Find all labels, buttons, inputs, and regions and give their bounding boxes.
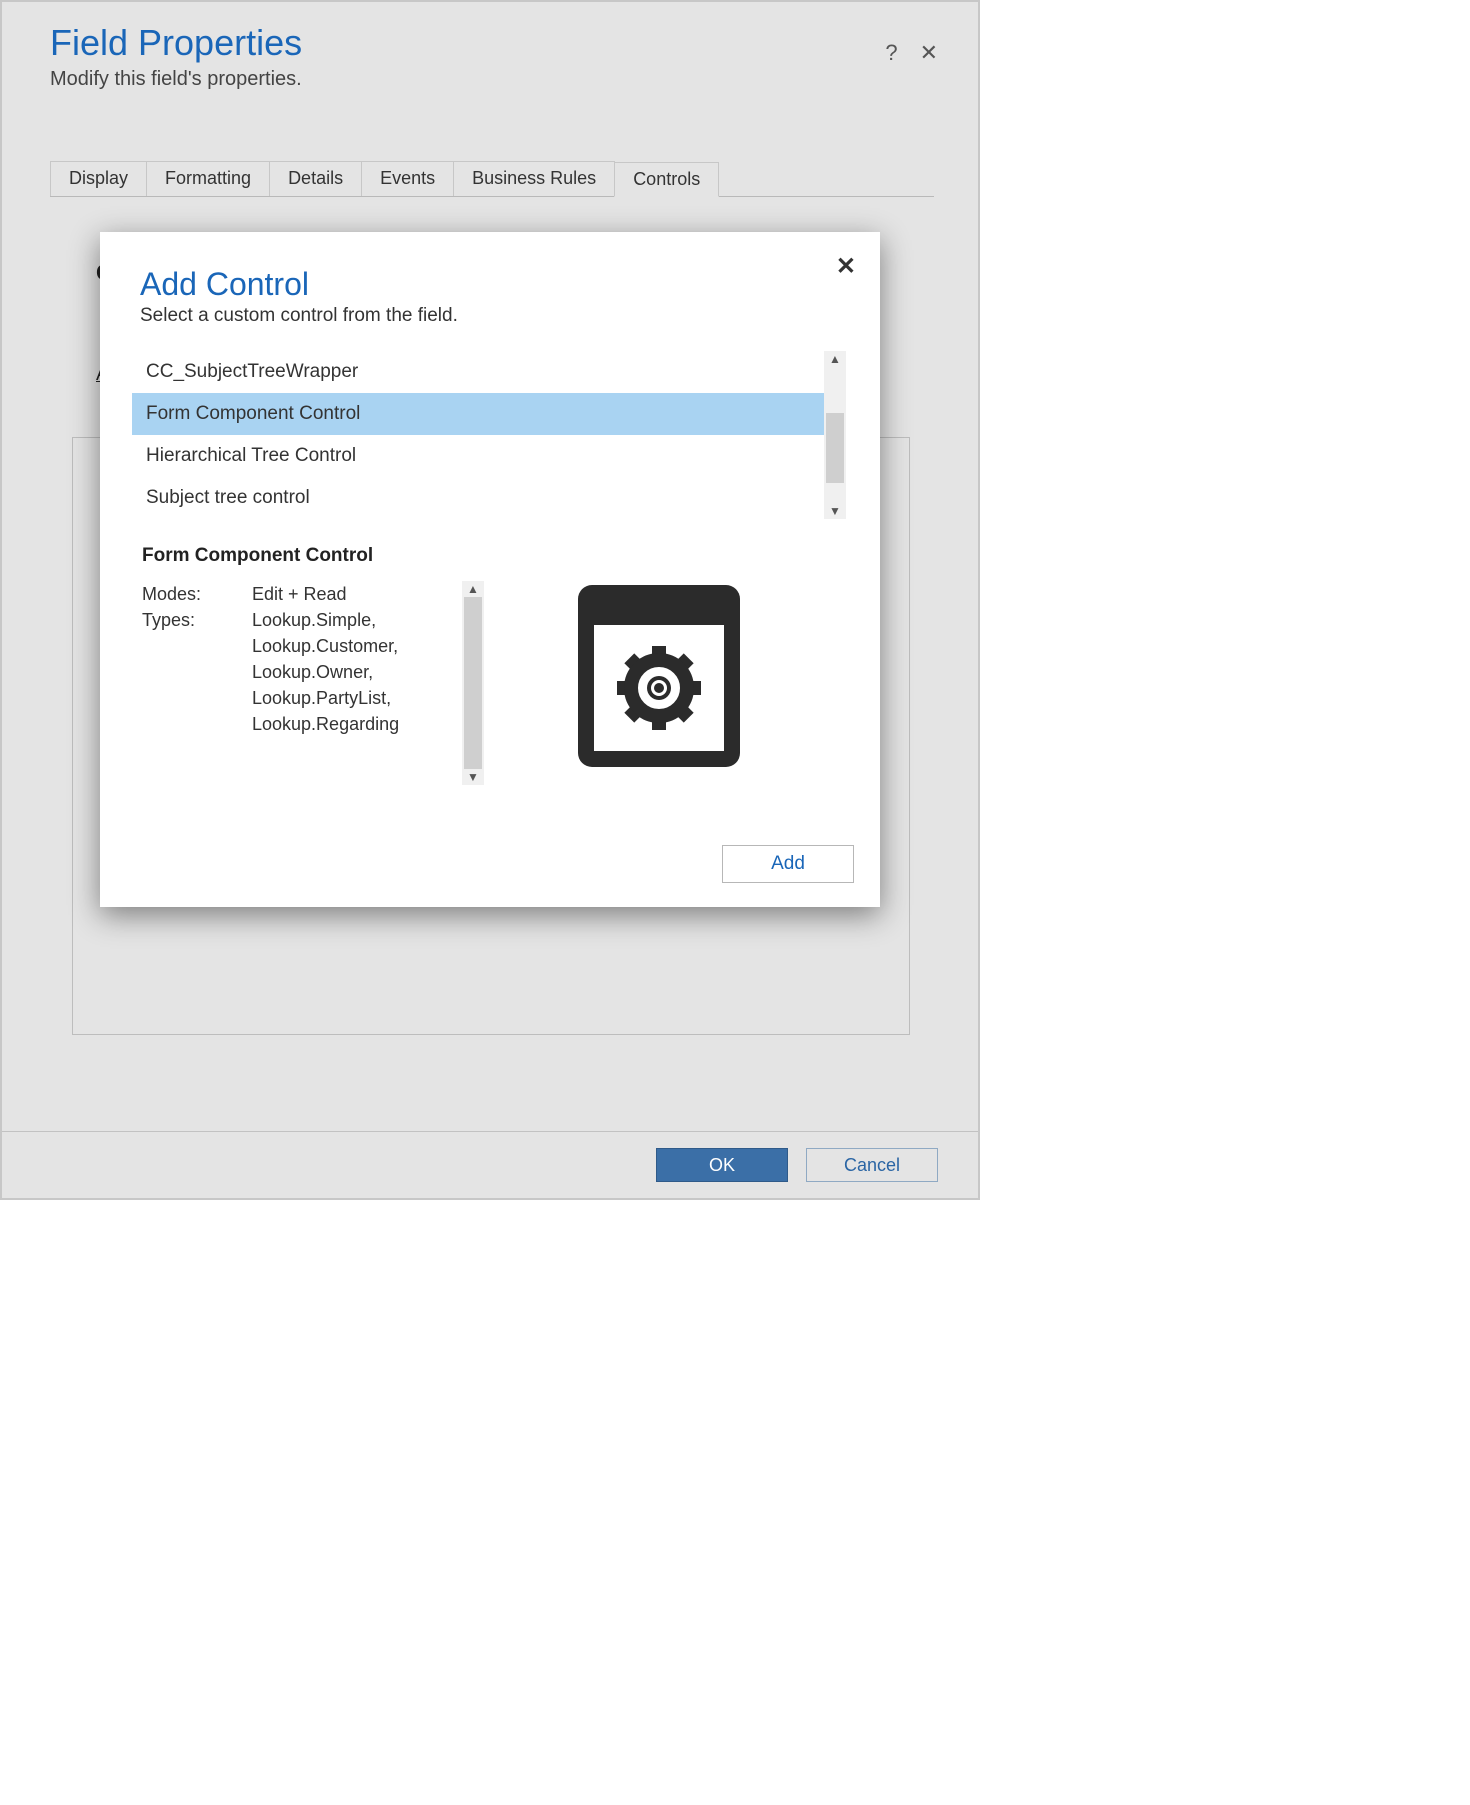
control-item-subject-tree-control[interactable]: Subject tree control: [132, 477, 824, 519]
detail-scrollbar[interactable]: ▲ ▼: [462, 581, 484, 785]
scroll-down-icon[interactable]: ▼: [829, 505, 841, 517]
modes-label: Modes:: [142, 581, 252, 607]
control-item-hierarchical-tree-control[interactable]: Hierarchical Tree Control: [132, 435, 824, 477]
types-label: Types:: [142, 607, 252, 633]
control-item-cc-subjecttreewrapper[interactable]: CC_SubjectTreeWrapper: [132, 351, 824, 393]
control-list: CC_SubjectTreeWrapper Form Component Con…: [132, 351, 824, 519]
add-control-modal: ✕ Add Control Select a custom control fr…: [100, 232, 880, 907]
field-properties-dialog: Field Properties Modify this field's pro…: [0, 0, 980, 1200]
control-preview-icon: [574, 581, 744, 785]
modes-value: Edit + Read: [252, 581, 452, 607]
modal-close-icon[interactable]: ✕: [836, 252, 856, 281]
list-scrollbar[interactable]: ▲ ▼: [824, 351, 846, 519]
control-item-form-component-control[interactable]: Form Component Control: [132, 393, 824, 435]
detail-scroll-down-icon[interactable]: ▼: [467, 771, 479, 783]
modal-subtitle: Select a custom control from the field.: [140, 305, 860, 327]
scroll-up-icon[interactable]: ▲: [829, 353, 841, 365]
add-button[interactable]: Add: [722, 845, 854, 883]
modal-title: Add Control: [140, 266, 860, 303]
detail-scroll-thumb[interactable]: [464, 597, 482, 769]
detail-scroll-up-icon[interactable]: ▲: [467, 583, 479, 595]
selected-control-name: Form Component Control: [142, 545, 860, 567]
types-value: Lookup.Simple, Lookup.Customer, Lookup.O…: [252, 607, 452, 737]
scroll-thumb[interactable]: [826, 413, 844, 483]
